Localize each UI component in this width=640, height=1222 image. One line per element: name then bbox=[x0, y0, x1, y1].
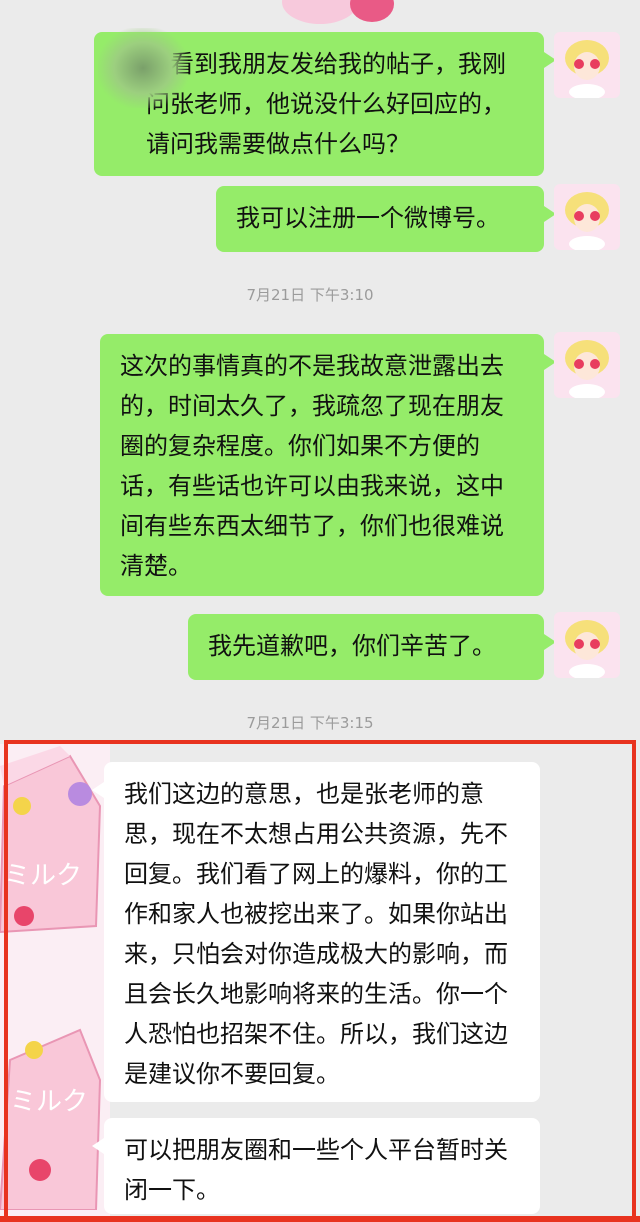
sender-avatar[interactable] bbox=[554, 612, 620, 678]
sender-avatar[interactable] bbox=[554, 32, 620, 98]
sailor-moon-avatar-icon bbox=[554, 32, 620, 98]
outgoing-message-bubble[interactable]: 我可以注册一个微博号。 bbox=[216, 186, 556, 252]
sender-avatar[interactable] bbox=[554, 332, 620, 398]
top-sticker-image bbox=[282, 0, 394, 24]
sailor-moon-avatar-icon bbox=[554, 332, 620, 398]
outgoing-message-bubble[interactable]: 这次的事情真的不是我故意泄露出去的，时间太久了，我疏忽了现在朋友圈的复杂程度。你… bbox=[100, 334, 556, 596]
blurred-region bbox=[98, 28, 188, 108]
sender-avatar[interactable] bbox=[554, 184, 620, 250]
message-timestamp: 7月21日 下午3:15 bbox=[246, 714, 374, 732]
sailor-moon-avatar-icon bbox=[554, 184, 620, 250]
outgoing-message-bubble[interactable]: 我先道歉吧，你们辛苦了。 bbox=[188, 614, 556, 680]
highlight-frame bbox=[4, 740, 636, 1218]
message-timestamp: 7月21日 下午3:10 bbox=[246, 286, 374, 304]
highlight-frame-bottom bbox=[0, 1216, 640, 1222]
sailor-moon-avatar-icon bbox=[554, 612, 620, 678]
